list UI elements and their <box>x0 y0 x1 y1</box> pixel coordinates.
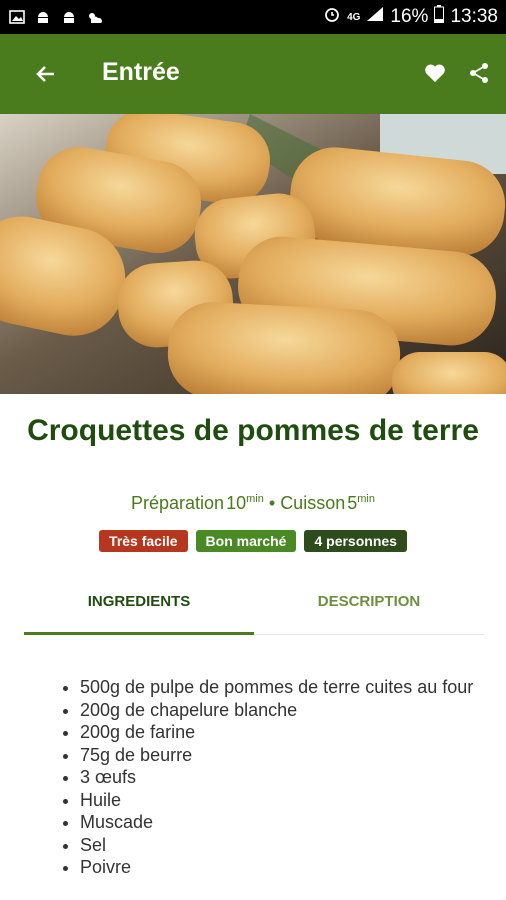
price-badge: Bon marché <box>195 530 297 552</box>
back-arrow-icon <box>36 66 54 82</box>
list-item: 75g de beurre <box>80 744 506 767</box>
list-item: Muscade <box>80 811 506 834</box>
separator: • <box>268 493 276 513</box>
recipe-photo <box>0 114 506 394</box>
list-item: 200g de farine <box>80 721 506 744</box>
battery-icon <box>434 5 445 29</box>
difficulty-badge: Très facile <box>99 530 188 552</box>
back-button[interactable] <box>28 56 64 92</box>
tab-description[interactable]: DESCRIPTION <box>254 582 484 634</box>
tab-bar: INGREDIENTS DESCRIPTION <box>24 582 484 635</box>
status-bar: 4G 16% 13:38 <box>0 0 506 34</box>
signal-4g-icon: 4G <box>347 11 361 23</box>
list-item: 200g de chapelure blanche <box>80 699 506 722</box>
recipe-title: Croquettes de pommes de terre <box>27 414 479 447</box>
list-item: 500g de pulpe de pommes de terre cuites … <box>80 676 506 699</box>
share-button[interactable] <box>462 56 496 90</box>
heart-icon <box>425 64 445 83</box>
clock: 13:38 <box>450 6 498 27</box>
prep-time: 10 <box>226 493 247 513</box>
alarm-icon <box>323 5 341 29</box>
cook-time: 5 <box>347 493 358 513</box>
tab-ingredients[interactable]: INGREDIENTS <box>24 582 254 635</box>
badge-row: Très facile Bon marché 4 personnes <box>0 530 506 552</box>
list-item: Huile <box>80 789 506 812</box>
prep-label: Préparation <box>131 493 225 513</box>
weather-icon <box>86 8 104 26</box>
favorite-button[interactable] <box>418 56 452 90</box>
signal-bars-icon <box>366 6 384 28</box>
list-item: 3 œufs <box>80 766 506 789</box>
share-icon <box>470 63 488 83</box>
ingredients-list: 500g de pulpe de pommes de terre cuites … <box>58 676 506 879</box>
gallery-icon <box>8 8 26 26</box>
cook-label: Cuisson <box>280 493 346 513</box>
cook-unit: min <box>357 493 375 505</box>
list-item: Poivre <box>80 856 506 879</box>
servings-badge: 4 personnes <box>304 530 407 552</box>
android-icon <box>60 8 78 26</box>
time-info: Préparation 10min • Cuisson 5min <box>0 493 506 514</box>
list-item: Sel <box>80 834 506 857</box>
android-icon <box>34 8 52 26</box>
app-bar: Entrée <box>0 34 506 114</box>
prep-unit: min <box>246 493 264 505</box>
page-title: Entrée <box>102 58 180 86</box>
battery-level: 16% <box>390 6 429 27</box>
